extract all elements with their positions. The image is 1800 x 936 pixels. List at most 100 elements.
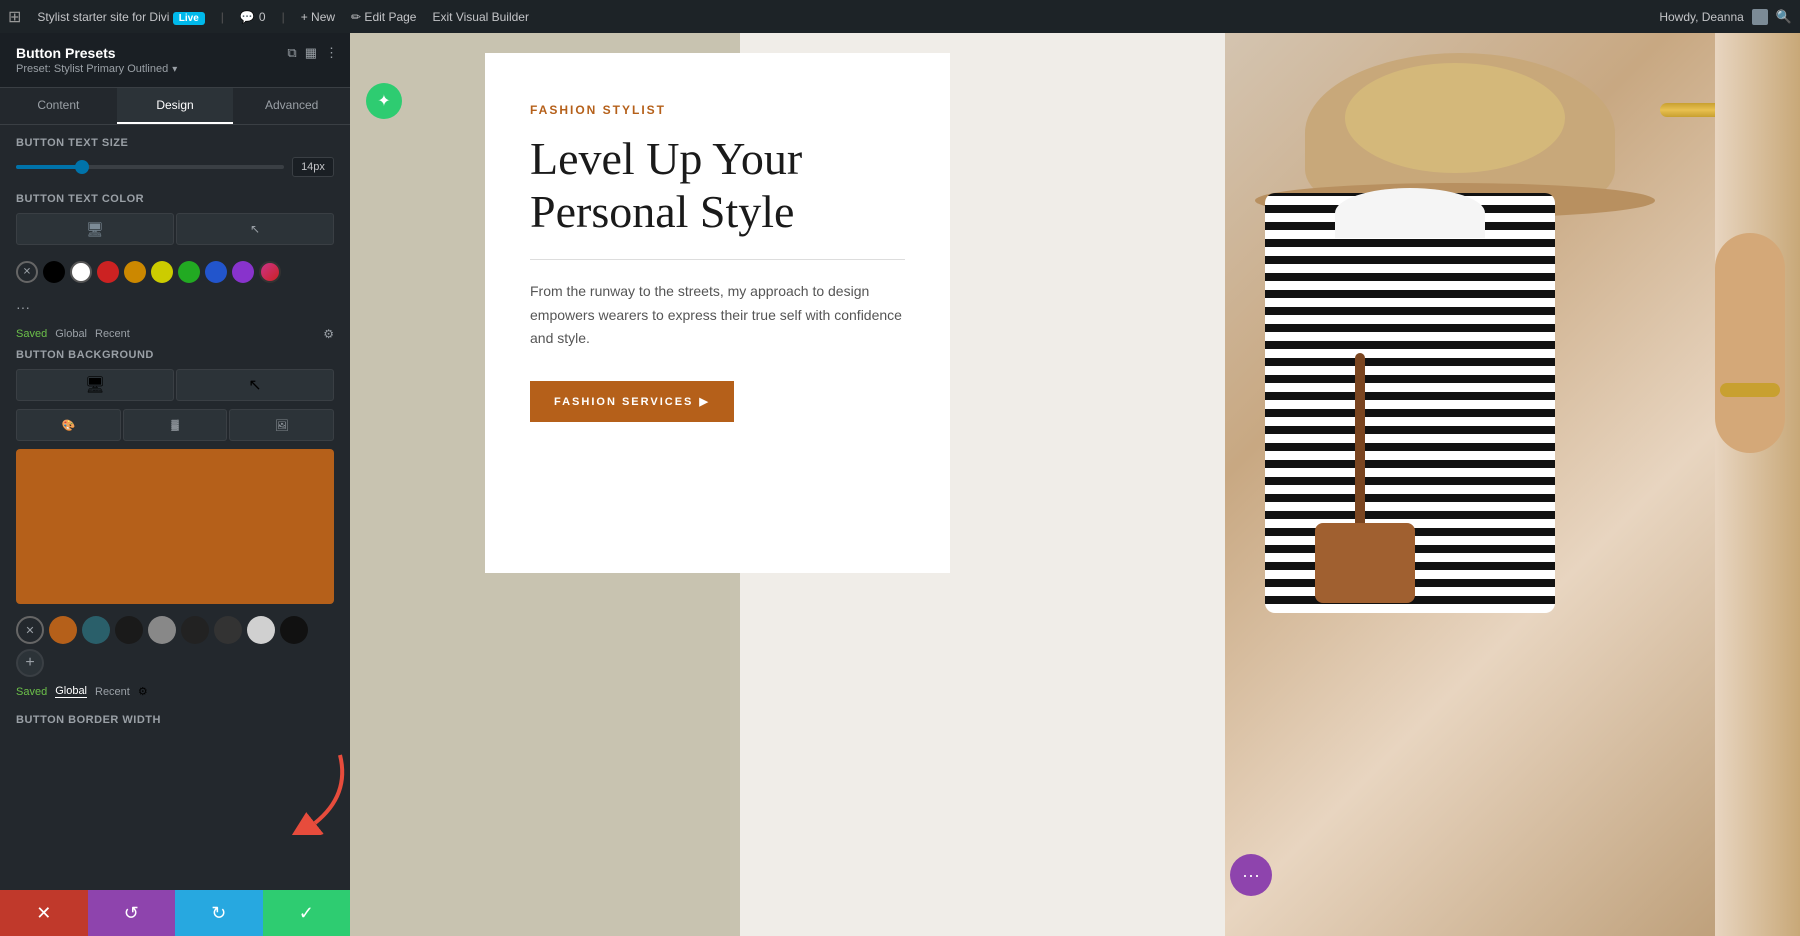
comment-count[interactable]: 💬 0 xyxy=(240,10,266,24)
card-divider xyxy=(530,259,905,260)
new-button[interactable]: + New xyxy=(301,10,335,24)
exit-visual-builder-button[interactable]: Exit Visual Builder xyxy=(432,10,529,24)
recent-color-4[interactable] xyxy=(148,616,176,644)
redo-button[interactable]: ↻ xyxy=(175,890,263,936)
recent-color-7[interactable] xyxy=(247,616,275,644)
search-icon[interactable]: 🔍 xyxy=(1776,9,1792,25)
global-tab[interactable]: Global xyxy=(55,328,87,340)
button-border-width-label: Button Border Width xyxy=(16,714,334,726)
cancel-button[interactable]: ✕ xyxy=(0,890,88,936)
user-menu[interactable]: Howdy, Deanna 🔍 xyxy=(1659,9,1792,25)
tab-advanced[interactable]: Advanced xyxy=(233,88,350,124)
save-button[interactable]: ✓ xyxy=(263,890,351,936)
recent-saved-tab[interactable]: Saved xyxy=(16,686,47,698)
color-swatch-orange[interactable] xyxy=(124,261,146,283)
recent-color-3[interactable] xyxy=(115,616,143,644)
button-background-label: Button Background xyxy=(16,349,334,361)
bracelet xyxy=(1720,383,1780,397)
color-swatch-white[interactable] xyxy=(70,261,92,283)
white-card: FASHION STYLIST Level Up YourPersonal St… xyxy=(485,53,950,573)
color-swatch-black[interactable] xyxy=(43,261,65,283)
monitor-icon: 🖥 xyxy=(86,221,104,238)
recent-color-6[interactable] xyxy=(214,616,242,644)
button-background-section: Button Background 🖥 ↖ 🎨 ▓ xyxy=(16,349,334,698)
color-swatch-blue[interactable] xyxy=(205,261,227,283)
panel-subtitle: Preset: Stylist Primary Outlined ▾ xyxy=(16,63,334,75)
bag-body xyxy=(1315,523,1415,603)
site-name[interactable]: Stylist starter site for Divi Live xyxy=(37,10,204,24)
recent-gear-icon[interactable]: ⚙ xyxy=(138,685,148,698)
recent-color-1[interactable] xyxy=(49,616,77,644)
recent-color-5[interactable] xyxy=(181,616,209,644)
more-options-icon[interactable]: ⋮ xyxy=(325,45,338,61)
slider-fill xyxy=(16,165,83,169)
bg-monitor-btn[interactable]: 🖥 xyxy=(16,369,174,401)
button-text-color-label: Button Text Color xyxy=(16,193,334,205)
slider-value[interactable]: 14px xyxy=(292,157,334,177)
more-swatches-icon[interactable]: ··· xyxy=(16,299,30,315)
bg-style-fill-btn[interactable]: 🎨 xyxy=(16,409,121,441)
color-swatch-green[interactable] xyxy=(178,261,200,283)
color-swatch-yellow[interactable] xyxy=(151,261,173,283)
dots-icon: ··· xyxy=(1242,865,1260,886)
color-swatch-red[interactable] xyxy=(97,261,119,283)
tab-content[interactable]: Content xyxy=(0,88,117,124)
gear-icon[interactable]: ⚙ xyxy=(323,327,334,341)
main-layout: Button Presets Preset: Stylist Primary O… xyxy=(0,33,1800,936)
tab-design[interactable]: Design xyxy=(117,88,234,124)
swatches-footer: Saved Global Recent ⚙ xyxy=(16,327,334,341)
eyedropper-btn[interactable] xyxy=(16,261,38,283)
color-monitor-btn[interactable]: 🖥 xyxy=(16,213,174,245)
wp-logo-icon[interactable]: ⊞ xyxy=(8,7,21,27)
card-title: Level Up YourPersonal Style xyxy=(530,133,905,239)
right-arm xyxy=(1715,233,1785,453)
photo-bg xyxy=(1225,33,1800,936)
chevron-down-icon: ▾ xyxy=(172,64,177,75)
gradient-icon: ▓ xyxy=(171,420,178,431)
recent-color-8[interactable] xyxy=(280,616,308,644)
recent-footer: Saved Global Recent ⚙ xyxy=(16,685,334,698)
right-content: ✦ FASHION STYLIST Level Up YourPersonal … xyxy=(350,33,1800,936)
slider-track[interactable] xyxy=(16,165,284,169)
cta-button[interactable]: FASHION SERVICES ▶ xyxy=(530,381,734,422)
bg-style-image-btn[interactable]: 🖼 xyxy=(229,409,334,441)
add-color-button[interactable]: + xyxy=(16,649,44,677)
photo-section xyxy=(1225,33,1800,936)
recent-color-2[interactable] xyxy=(82,616,110,644)
hat-inner xyxy=(1345,63,1565,173)
panel-title: Button Presets xyxy=(16,45,334,61)
bg-cursor-icon: ↖ xyxy=(248,375,261,395)
divi-edit-button[interactable]: ✦ xyxy=(366,83,402,119)
color-preview-large[interactable] xyxy=(16,449,334,604)
avatar xyxy=(1752,9,1768,25)
button-text-size-label: Button Text Size xyxy=(16,137,334,149)
color-cursor-btn[interactable]: ↖ xyxy=(176,213,334,245)
panel-tabs: Content Design Advanced xyxy=(0,88,350,125)
recent-global-tab[interactable]: Global xyxy=(55,685,87,698)
left-panel: Button Presets Preset: Stylist Primary O… xyxy=(0,33,350,936)
color-swatch-purple[interactable] xyxy=(232,261,254,283)
bg-style-gradient-btn[interactable]: ▓ xyxy=(123,409,228,441)
color-swatch-pink[interactable] xyxy=(259,261,281,283)
purple-dots-menu[interactable]: ··· xyxy=(1230,854,1272,896)
saved-tab[interactable]: Saved xyxy=(16,328,47,340)
layout-icon[interactable]: ▦ xyxy=(305,45,317,61)
bottom-toolbar: ✕ ↺ ↻ ✓ xyxy=(0,890,350,936)
window-icon[interactable]: ⧉ xyxy=(287,45,296,61)
button-text-color-picker: 🖥 ↖ xyxy=(16,213,334,245)
shirt-collar xyxy=(1335,188,1485,238)
cta-arrow-icon: ▶ xyxy=(699,395,709,408)
undo-button[interactable]: ↺ xyxy=(88,890,176,936)
recent-tab[interactable]: Recent xyxy=(95,328,130,340)
cta-label: FASHION SERVICES xyxy=(554,396,693,408)
live-badge: Live xyxy=(173,12,205,25)
bg-cursor-btn[interactable]: ↖ xyxy=(176,369,334,401)
edit-page-button[interactable]: ✏ Edit Page xyxy=(351,10,416,24)
slider-thumb[interactable] xyxy=(75,160,89,174)
fill-icon: 🎨 xyxy=(61,419,75,432)
card-category: FASHION STYLIST xyxy=(530,103,905,117)
recent-color-eyedropper[interactable]: ✕ xyxy=(16,616,44,644)
recent-recent-tab[interactable]: Recent xyxy=(95,686,130,698)
color-swatches xyxy=(16,253,334,291)
divi-icon: ✦ xyxy=(377,91,390,111)
